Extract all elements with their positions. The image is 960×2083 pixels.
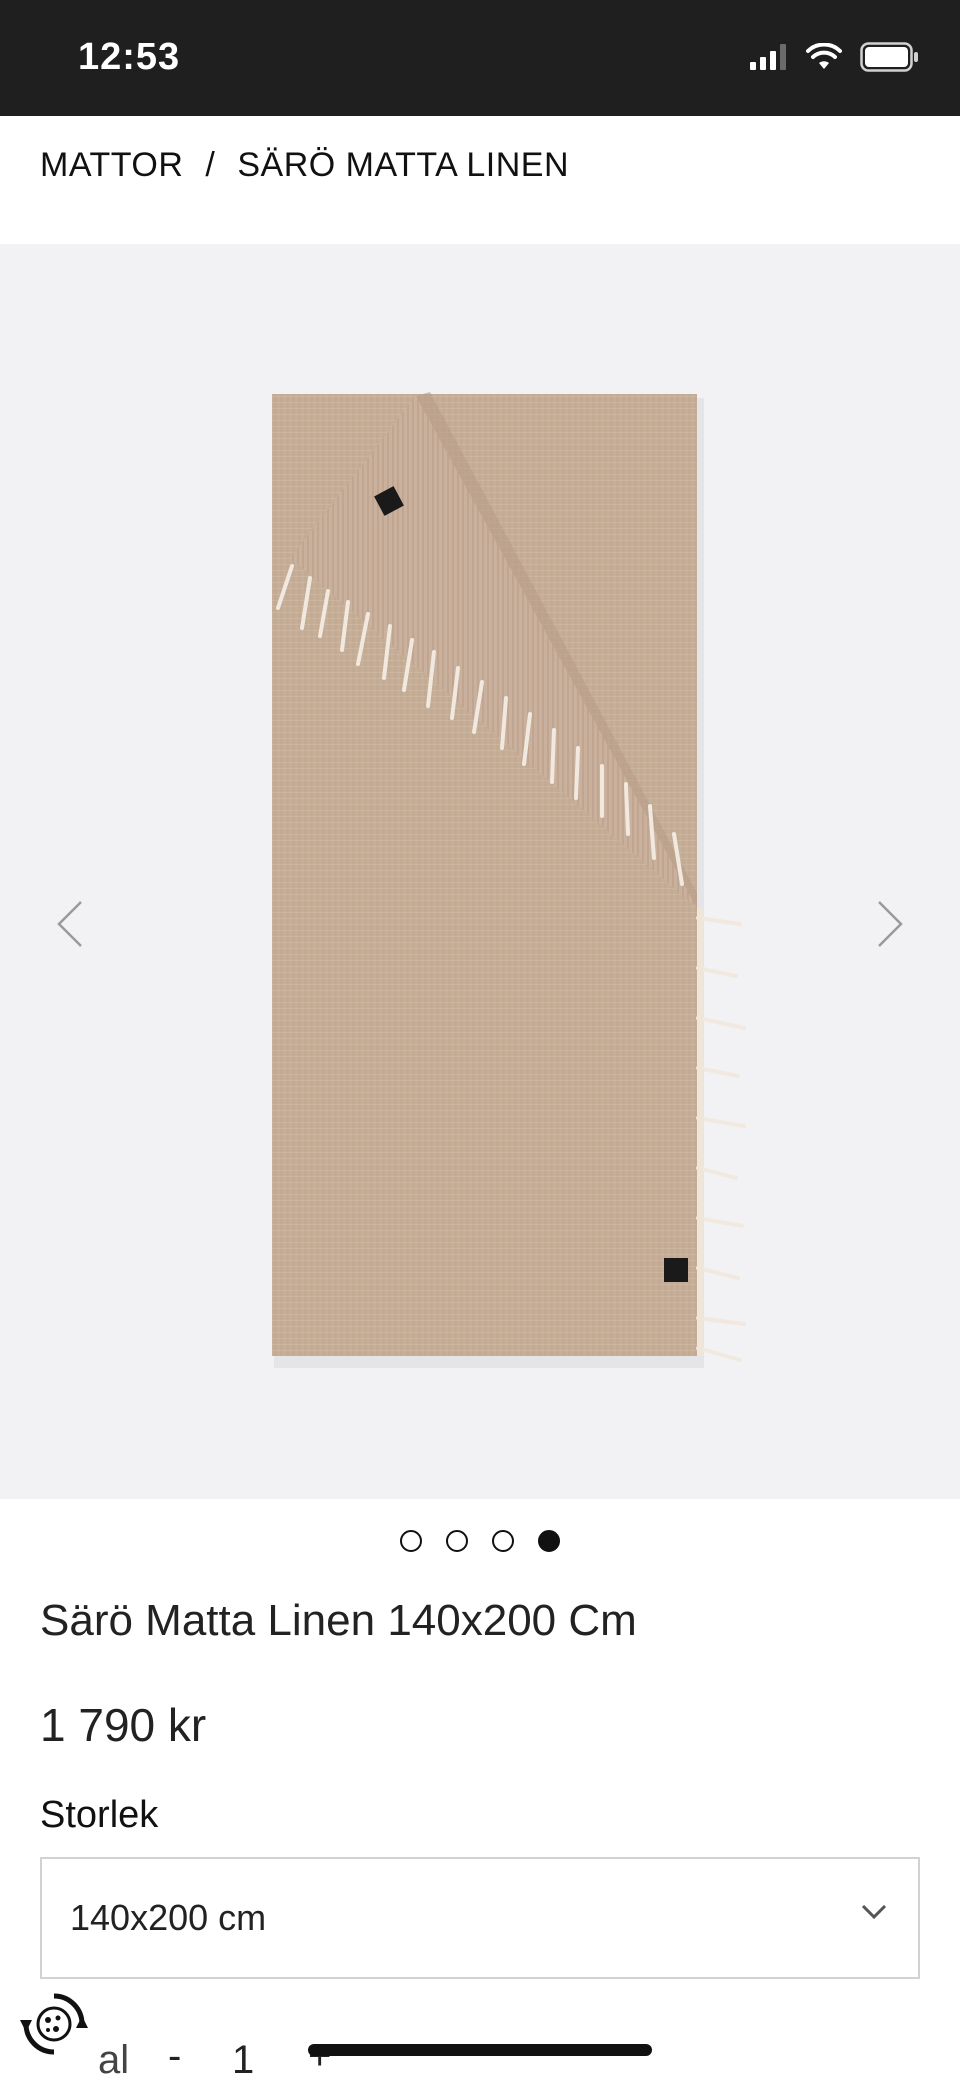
size-label: Storlek: [40, 1794, 159, 1836]
chevron-down-icon: [861, 1904, 887, 1920]
gallery-next-button[interactable]: [860, 884, 920, 964]
breadcrumb: MATTOR / SÄRÖ MATTA LINEN: [40, 146, 569, 185]
gallery-dot-1[interactable]: [400, 1530, 422, 1552]
quantity-value[interactable]: 1: [232, 2038, 254, 2083]
breadcrumb-item-mattor[interactable]: MATTOR: [40, 146, 183, 185]
breadcrumb-separator: /: [205, 146, 216, 184]
product-image-rug: [272, 392, 746, 1368]
chevron-right-icon: [878, 901, 903, 947]
product-title: Särö Matta Linen 140x200 Cm: [40, 1596, 637, 1645]
gallery-pagination: [0, 1530, 960, 1552]
wifi-icon: [806, 43, 842, 69]
signal-icon: [750, 44, 786, 70]
chat-widget-icon[interactable]: [16, 1986, 92, 2062]
gallery-prev-button[interactable]: [40, 884, 100, 964]
quantity-label: al: [98, 2038, 130, 2082]
product-gallery[interactable]: [0, 244, 960, 1499]
quantity-decrease-button[interactable]: -: [168, 2034, 181, 2079]
home-indicator: [308, 2044, 652, 2056]
size-selected-value: 140x200 cm: [70, 1897, 267, 1938]
breadcrumb-item-current: SÄRÖ MATTA LINEN: [237, 146, 570, 184]
quantity-increase-button[interactable]: +: [308, 2034, 331, 2079]
status-time: 12:53: [78, 36, 181, 78]
status-icons: [750, 42, 920, 72]
battery-icon: [860, 42, 918, 72]
gallery-dot-3[interactable]: [492, 1530, 514, 1552]
gallery-dot-4[interactable]: [538, 1530, 560, 1552]
gallery-dot-2[interactable]: [446, 1530, 468, 1552]
product-price: 1 790 kr: [40, 1699, 207, 1751]
chevron-left-icon: [57, 901, 82, 947]
size-select[interactable]: 140x200 cm: [40, 1857, 920, 1979]
status-bar: 12:53: [0, 0, 960, 116]
